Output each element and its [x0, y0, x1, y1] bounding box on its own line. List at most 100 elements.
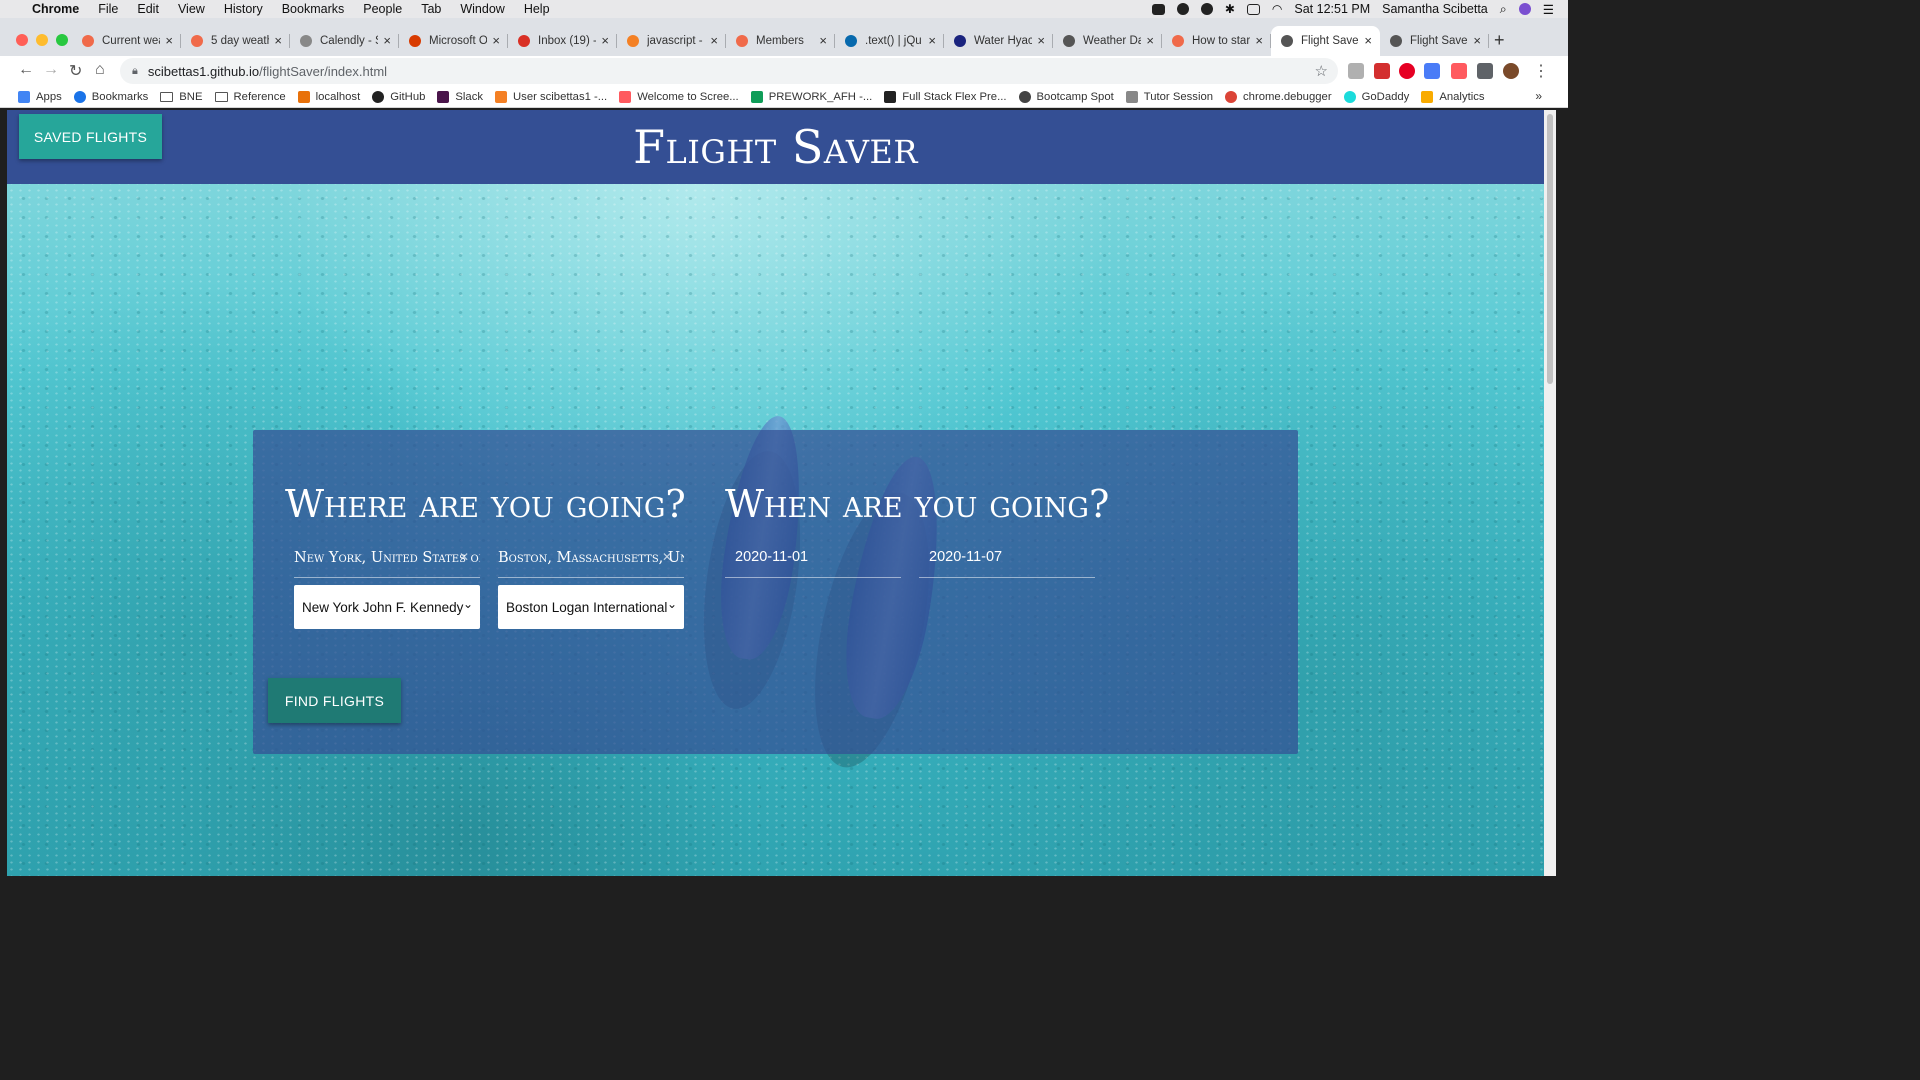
reload-icon[interactable]: ↻	[69, 61, 82, 81]
browser-tab[interactable]: Current wea ×	[72, 26, 181, 56]
menu-window[interactable]: Window	[460, 2, 504, 16]
extensions-puzzle-icon[interactable]	[1477, 63, 1493, 79]
zoom-window-button[interactable]	[56, 34, 68, 46]
return-date-input[interactable]: 2020-11-07	[919, 546, 1095, 578]
clock[interactable]: Sat 12:51 PM	[1294, 2, 1370, 16]
browser-tab[interactable]: Inbox (19) - ×	[508, 26, 617, 56]
chrome-menu-icon[interactable]: ⋮	[1533, 61, 1549, 81]
menu-view[interactable]: View	[178, 2, 205, 16]
pinterest-icon[interactable]	[1399, 63, 1415, 79]
forward-arrow-icon[interactable]: →	[43, 61, 59, 79]
close-tab-icon[interactable]: ×	[1255, 33, 1263, 48]
bookmark-item[interactable]: localhost	[297, 90, 360, 103]
browser-tab[interactable]: 5 day weath ×	[181, 26, 290, 56]
lastpass-icon[interactable]	[1374, 63, 1390, 79]
translate-icon[interactable]	[1424, 63, 1440, 79]
creative-cloud-icon[interactable]	[1200, 3, 1213, 15]
more-bookmarks-icon[interactable]: »	[1535, 89, 1542, 103]
bookmark-star-icon[interactable]: ☆	[1315, 62, 1328, 80]
spotlight-search-icon[interactable]: ⌕	[1500, 2, 1507, 17]
scrollbar-thumb[interactable]	[1547, 114, 1553, 384]
browser-tab[interactable]: Microsoft O ×	[399, 26, 508, 56]
destination-city-input[interactable]: Boston, Massachusetts, Un	[498, 546, 684, 578]
close-tab-icon[interactable]: ×	[165, 33, 173, 48]
book-icon	[884, 90, 897, 103]
browser-tab[interactable]: Flight Saver ×	[1271, 26, 1380, 56]
airplay-icon[interactable]	[1246, 3, 1260, 15]
browser-tab[interactable]: How to star ×	[1162, 26, 1271, 56]
menu-tab[interactable]: Tab	[421, 2, 441, 16]
close-tab-icon[interactable]: ×	[819, 33, 827, 48]
clear-destination-icon[interactable]: ✕	[662, 550, 672, 564]
siri-icon[interactable]	[1518, 3, 1531, 15]
zoom-status-icon[interactable]	[1151, 3, 1165, 15]
address-bar[interactable]: 🔒︎ scibettas1.github.io/flightSaver/inde…	[120, 58, 1338, 84]
close-tab-icon[interactable]: ×	[1037, 33, 1045, 48]
bookmark-item[interactable]: Slack	[437, 90, 483, 103]
find-flights-button[interactable]: Find Flights	[268, 678, 401, 723]
bookmark-item[interactable]: Reference	[214, 91, 286, 103]
bookmark-item[interactable]: Full Stack Flex Pre...	[884, 90, 1007, 103]
bookmark-item[interactable]: Bookmarks	[73, 90, 148, 103]
close-tab-icon[interactable]: ×	[710, 33, 718, 48]
tab-favicon-icon	[845, 35, 857, 47]
close-tab-icon[interactable]: ×	[601, 33, 609, 48]
extension-icon[interactable]	[1348, 63, 1364, 79]
tab-title: Flight Saver	[1301, 35, 1359, 47]
bookmark-item[interactable]: GitHub	[372, 90, 425, 103]
depart-date-input[interactable]: 2020-11-01	[725, 546, 901, 578]
menu-app-name[interactable]: Chrome	[32, 2, 79, 16]
back-arrow-icon[interactable]: ←	[18, 61, 34, 79]
close-tab-icon[interactable]: ×	[1473, 33, 1481, 48]
close-window-button[interactable]	[16, 34, 28, 46]
bookmark-item[interactable]: PREWORK_AFH -...	[750, 90, 873, 103]
lock-icon[interactable]: 🔒︎	[132, 65, 138, 78]
bookmark-item[interactable]: Bootcamp Spot	[1018, 90, 1114, 103]
tab-title: Inbox (19) -	[538, 35, 596, 47]
close-tab-icon[interactable]: ×	[1146, 33, 1154, 48]
browser-tab[interactable]: javascript - ×	[617, 26, 726, 56]
origin-airport-select[interactable]: New York John F. Kennedy ⌄	[294, 585, 480, 629]
page-scrollbar[interactable]	[1544, 110, 1556, 876]
bluetooth-icon[interactable]: ✱	[1225, 2, 1235, 16]
menu-people[interactable]: People	[363, 2, 402, 16]
home-icon[interactable]: ⌂	[95, 61, 105, 79]
clear-origin-icon[interactable]: ✕	[459, 550, 469, 564]
bookmark-item[interactable]: User scibettas1 -...	[495, 90, 607, 103]
menu-help[interactable]: Help	[524, 2, 550, 16]
bookmark-item[interactable]: chrome.debugger	[1225, 90, 1332, 103]
browser-tab[interactable]: Water Hyac ×	[944, 26, 1053, 56]
notification-center-icon[interactable]: ☰	[1543, 2, 1554, 17]
browser-tab[interactable]: Members ×	[726, 26, 835, 56]
origin-city-input[interactable]: New York, United States of	[294, 546, 480, 578]
close-tab-icon[interactable]: ×	[928, 33, 936, 48]
bookmark-item[interactable]: Tutor Session	[1125, 90, 1213, 103]
screencastify-icon[interactable]	[1451, 63, 1467, 79]
menu-edit[interactable]: Edit	[137, 2, 159, 16]
new-tab-button[interactable]: +	[1494, 30, 1505, 51]
bookmark-item[interactable]: Apps	[18, 90, 62, 103]
wifi-icon[interactable]: ◠	[1272, 2, 1282, 16]
bookmark-item[interactable]: GoDaddy	[1343, 90, 1409, 103]
browser-tab[interactable]: Weather Da ×	[1053, 26, 1162, 56]
user-name[interactable]: Samantha Scibetta	[1382, 2, 1488, 16]
close-tab-icon[interactable]: ×	[274, 33, 282, 48]
bookmark-item[interactable]: Welcome to Scree...	[619, 90, 739, 103]
browser-tab[interactable]: Calendly - S ×	[290, 26, 399, 56]
menu-history[interactable]: History	[224, 2, 263, 16]
profile-avatar[interactable]	[1503, 63, 1519, 79]
menu-file[interactable]: File	[98, 2, 118, 16]
bookmark-label: PREWORK_AFH -...	[768, 90, 873, 103]
bookmark-item[interactable]: Analytics	[1421, 90, 1485, 103]
minimize-window-button[interactable]	[36, 34, 48, 46]
bookmark-item[interactable]: BNE	[160, 91, 203, 103]
close-tab-icon[interactable]: ×	[383, 33, 391, 48]
where-heading: Where are you going?	[285, 482, 686, 526]
destination-airport-select[interactable]: Boston Logan International ⌄	[498, 585, 684, 629]
browser-tab[interactable]: Flight Saver ×	[1380, 26, 1489, 56]
password-manager-icon[interactable]	[1176, 3, 1189, 15]
close-tab-icon[interactable]: ×	[1364, 33, 1372, 48]
menu-bookmarks[interactable]: Bookmarks	[282, 2, 345, 16]
browser-tab[interactable]: .text() | jQu ×	[835, 26, 944, 56]
close-tab-icon[interactable]: ×	[492, 33, 500, 48]
